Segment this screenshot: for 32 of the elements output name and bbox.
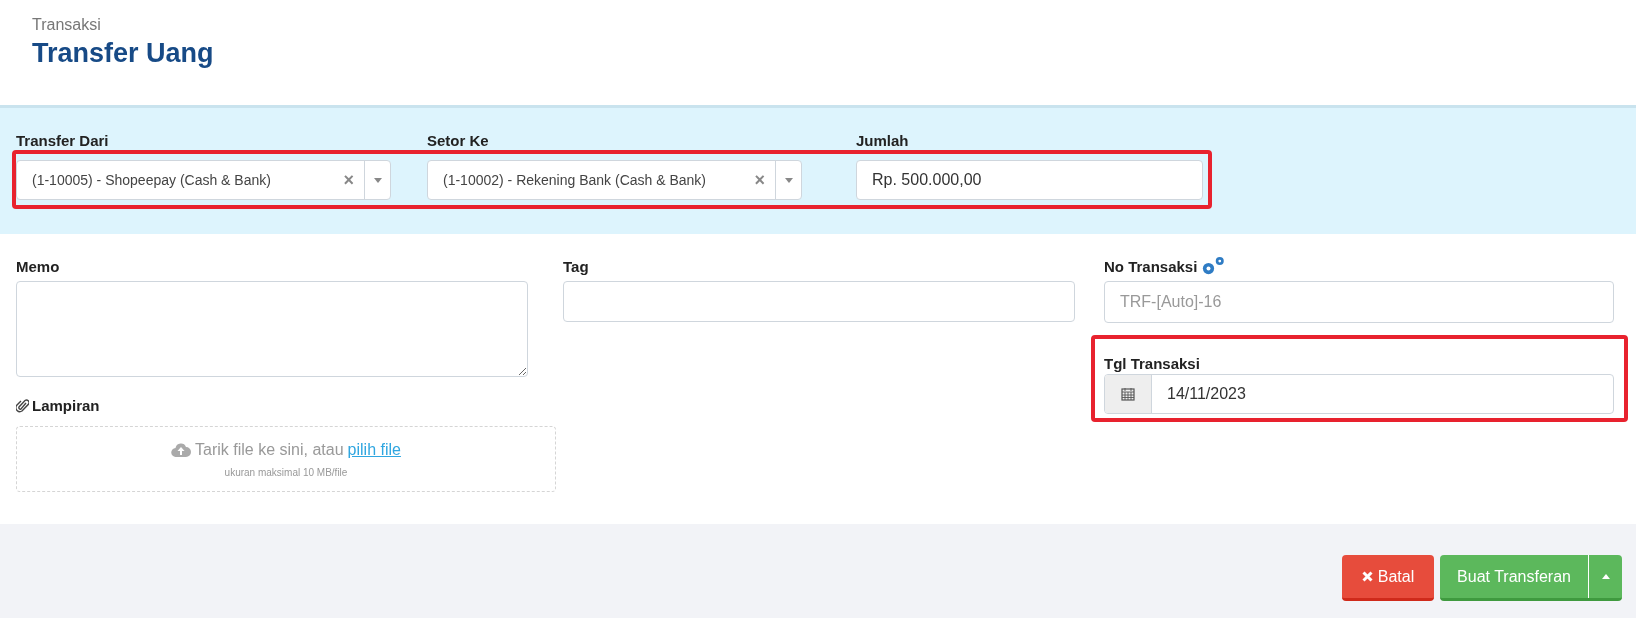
tag-field[interactable] (563, 281, 1075, 322)
cloud-upload-icon (171, 442, 192, 457)
clear-icon[interactable]: × (754, 166, 775, 194)
date-value: 14/11/2023 (1166, 384, 1246, 404)
file-dropzone[interactable]: Tarik file ke sini, atau pilih file ukuran maksimal 10 MB/file (16, 425, 556, 492)
calendar-icon (1121, 387, 1135, 401)
cancel-button[interactable]: Batal (1342, 555, 1434, 601)
choose-file-link[interactable]: pilih file (347, 437, 401, 462)
field-label: Lampiran (32, 396, 100, 416)
page-title: Transfer Uang (32, 37, 215, 70)
paperclip-icon (16, 399, 29, 414)
close-icon (1361, 571, 1373, 582)
field-label: Tgl Transaksi (1104, 354, 1201, 374)
memo-field[interactable] (16, 281, 528, 377)
date-field[interactable]: 14/11/2023 (1104, 374, 1614, 414)
field-label: Setor Ke (427, 131, 490, 150)
transaction-number-field[interactable]: TRF-[Auto]-16 (1104, 281, 1614, 323)
field-label: Jumlah (856, 131, 910, 150)
account-select[interactable]: (1-10005) - Shopeepay (Cash & Bank) × (16, 160, 391, 200)
clear-icon[interactable]: × (343, 166, 364, 194)
size-hint: ukuran maksimal 10 MB/file (224, 465, 348, 480)
field-label: Memo (16, 257, 61, 277)
amount-field[interactable]: Rp. 500.000,00 (856, 160, 1203, 200)
field-label: Transfer Dari (16, 131, 110, 150)
field-label: Tag (563, 257, 590, 277)
caret-down-icon (373, 177, 382, 183)
field-label: No Transaksi (1104, 257, 1198, 277)
account-select[interactable]: (1-10002) - Rekening Bank (Cash & Bank) × (427, 160, 802, 200)
caret-up-icon (1601, 574, 1610, 579)
drop-text: Tarik file ke sini, atau (195, 439, 344, 460)
breadcrumb: Transaksi (32, 15, 102, 35)
caret-down-icon (784, 177, 793, 183)
